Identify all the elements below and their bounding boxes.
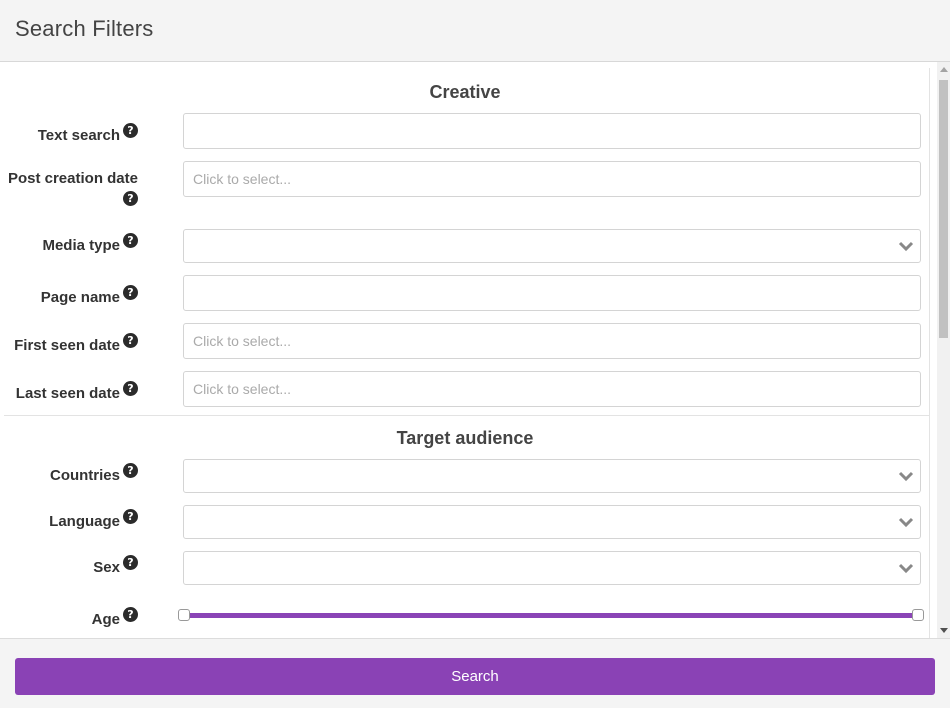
label-countries: Countries? bbox=[50, 463, 138, 486]
scrollbar-thumb[interactable] bbox=[939, 80, 948, 338]
question-circle-icon[interactable]: ? bbox=[123, 285, 138, 300]
label-age: Age? bbox=[92, 607, 138, 630]
chevron-down-icon bbox=[898, 517, 914, 528]
question-circle-icon[interactable]: ? bbox=[123, 191, 138, 206]
sex-select[interactable] bbox=[183, 551, 921, 585]
search-button[interactable]: Search bbox=[15, 658, 935, 695]
last-seen-date-picker[interactable]: Click to select... bbox=[183, 371, 921, 407]
chevron-down-icon bbox=[898, 471, 914, 482]
page-name-input[interactable] bbox=[183, 275, 921, 311]
age-min-handle[interactable] bbox=[178, 609, 190, 621]
question-circle-icon[interactable]: ? bbox=[123, 233, 138, 248]
question-circle-icon[interactable]: ? bbox=[123, 607, 138, 622]
question-circle-icon[interactable]: ? bbox=[123, 463, 138, 478]
age-range-slider[interactable] bbox=[178, 609, 924, 623]
filters-panel: Creative Text search? Post creation date… bbox=[0, 62, 950, 638]
vertical-scrollbar[interactable] bbox=[937, 62, 950, 638]
post-creation-date-picker[interactable]: Click to select... bbox=[183, 161, 921, 197]
section-title-target-audience: Target audience bbox=[396, 428, 534, 448]
label-text: Media type bbox=[42, 237, 120, 254]
label-page-name: Page name? bbox=[41, 285, 138, 308]
language-select[interactable] bbox=[183, 505, 921, 539]
label-text: Language bbox=[49, 513, 120, 530]
label-text: Countries bbox=[49, 467, 120, 484]
question-circle-icon[interactable]: ? bbox=[123, 381, 138, 396]
label-media-type: Media type? bbox=[42, 233, 138, 256]
label-text: Sex bbox=[93, 559, 120, 576]
header: Search Filters bbox=[0, 0, 950, 62]
label-text: First seen date bbox=[14, 337, 120, 354]
media-type-select[interactable] bbox=[183, 229, 921, 263]
scroll-up-arrow-icon[interactable] bbox=[940, 67, 948, 72]
age-max-handle[interactable] bbox=[912, 609, 924, 621]
section-title-creative: Creative bbox=[429, 82, 501, 102]
label-post-creation-date: Post creation date ? bbox=[0, 169, 138, 206]
question-circle-icon[interactable]: ? bbox=[123, 555, 138, 570]
section-divider bbox=[4, 415, 929, 416]
countries-select[interactable] bbox=[183, 459, 921, 493]
scroll-down-arrow-icon[interactable] bbox=[940, 628, 948, 633]
first-seen-date-picker[interactable]: Click to select... bbox=[183, 323, 921, 359]
footer: Search bbox=[0, 638, 950, 708]
label-text-search: Text search? bbox=[38, 123, 138, 146]
panel-border bbox=[929, 68, 930, 638]
label-text: Page name bbox=[40, 289, 120, 306]
label-language: Language? bbox=[49, 509, 138, 532]
question-circle-icon[interactable]: ? bbox=[123, 123, 138, 138]
question-circle-icon[interactable]: ? bbox=[123, 333, 138, 348]
page-title: Search Filters bbox=[15, 16, 154, 41]
text-search-input[interactable] bbox=[183, 113, 921, 149]
chevron-down-icon bbox=[898, 241, 914, 252]
label-last-seen-date: Last seen date? bbox=[16, 381, 138, 404]
age-slider-track bbox=[186, 613, 916, 618]
chevron-down-icon bbox=[898, 563, 914, 574]
label-sex: Sex? bbox=[93, 555, 138, 578]
question-circle-icon[interactable]: ? bbox=[123, 509, 138, 524]
label-text: Text search bbox=[37, 127, 120, 144]
label-text: Post creation date bbox=[7, 170, 138, 187]
label-first-seen-date: First seen date? bbox=[14, 333, 138, 356]
label-text: Age bbox=[91, 611, 120, 628]
label-text: Last seen date bbox=[15, 385, 120, 402]
